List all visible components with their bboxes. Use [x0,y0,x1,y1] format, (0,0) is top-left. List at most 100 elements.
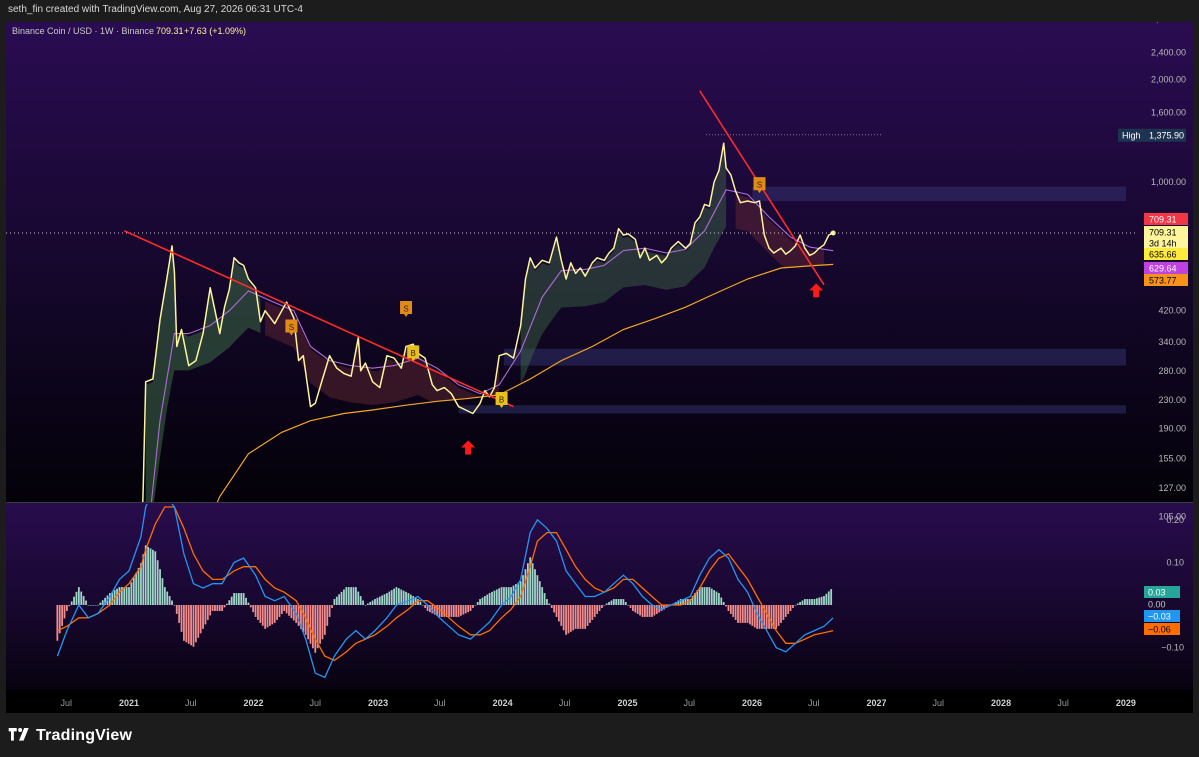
histogram-bar [462,605,465,615]
tradingview-logo[interactable]: TradingView [8,727,132,745]
histogram-bar [620,599,622,605]
chart-area[interactable]: SSBBS 3,600.003,000.002,400.002,000.001,… [6,14,1193,713]
histogram-bar [340,591,343,605]
histogram-bar [259,605,262,623]
histogram-bar [354,587,357,605]
histogram-bar [589,605,591,623]
histogram-bar [581,605,584,629]
histogram-bar [183,605,185,641]
histogram-bar [77,587,80,605]
time-axis-tick: 2024 [493,698,513,708]
histogram-bar [643,605,646,617]
histogram-bar [491,591,493,605]
histogram-bar [151,549,154,605]
histogram-bar [823,596,825,605]
histogram-bar [230,596,233,605]
histogram-bar [538,581,541,605]
signal-badge-text: S [757,181,762,190]
indicator-label: −0.06 [1144,623,1180,635]
histogram-bar [94,605,97,606]
histogram-bar [479,599,481,605]
histogram-bar [796,603,799,605]
histogram-bar [806,599,809,605]
legend-price: 709.31 [156,26,184,36]
histogram-bar [572,605,575,631]
histogram-bar [770,605,773,629]
price-label-text: 635.66 [1149,250,1177,260]
high-label: High 1,375.90 [1118,128,1186,142]
histogram-bar [123,587,126,605]
histogram-bar [216,605,219,611]
histogram-bar [338,594,341,605]
histogram-bar [221,605,224,611]
histogram-bar [591,605,594,620]
histogram-bar [226,603,228,605]
histogram-bar [343,589,345,605]
price-label-text: 573.77 [1149,276,1177,286]
histogram-bar [830,589,833,605]
histogram-bar [617,599,620,605]
histogram-bar [390,590,393,605]
histogram-bar [156,560,159,605]
histogram-bar [467,605,470,613]
histogram-bar [579,605,582,629]
histogram-bar [128,587,130,605]
histogram-bar [132,577,135,605]
histogram-bar [574,605,577,629]
indicator-label-text: 0.00 [1148,600,1166,610]
indicator-axis-tick: −0.10 [1161,643,1184,653]
time-axis-tick: 2025 [617,698,637,708]
histogram-bar [283,605,286,611]
histogram-bar [271,605,274,625]
histogram-bar [488,593,491,605]
histogram-bar [777,605,780,626]
histogram-bar [765,605,768,629]
histogram-bar [366,603,369,605]
histogram-bar [713,590,716,605]
histogram-bar [651,605,653,617]
histogram-bar [586,605,589,626]
histogram-bar [722,602,725,605]
price-axis-tick: 1,000.00 [1151,177,1186,187]
histogram-bar [608,602,610,605]
histogram-bar [364,605,367,606]
histogram-bar [233,593,235,605]
histogram-bar [751,605,754,626]
price-axis-tick: 3,000.00 [1151,22,1186,24]
histogram-bar [223,605,226,608]
histogram-bar [737,605,739,623]
histogram-bar [732,605,735,617]
time-axis-tick: Jul [185,698,197,708]
histogram-bar [75,591,78,605]
time-axis-tick: 2022 [244,698,264,708]
histogram-bar [240,593,243,605]
histogram-bar [546,599,548,605]
tradingview-brand: TradingView [36,727,133,744]
histogram-bar [371,600,374,605]
support-zone [458,405,1126,414]
histogram-bar [206,605,209,620]
tradingview-logo-icon [8,728,29,741]
histogram-bar [486,594,489,605]
histogram-bar [629,605,632,608]
histogram-bar [641,605,644,617]
histogram-bar [144,545,147,605]
histogram-bar [483,596,486,605]
histogram-bar [137,568,140,605]
histogram-bar [328,605,331,617]
histogram-bar [421,605,424,606]
histogram-bar [636,605,639,614]
histogram-bar [531,563,534,605]
price-chart[interactable]: SSBBS 3,600.003,000.002,400.002,000.001,… [6,14,1193,713]
histogram-bar [161,578,164,605]
price-axis-tick: 280.00 [1158,366,1186,376]
histogram-bar [596,605,599,614]
histogram-bar [218,605,221,611]
signal-badge-text: B [499,396,504,405]
histogram-bar [818,597,821,605]
histogram-bar [99,602,102,605]
histogram-bar [455,605,458,617]
top-bar: seth_fin created with TradingView.com, A… [0,0,1199,22]
histogram-bar [388,591,391,605]
histogram-bar [646,605,649,617]
